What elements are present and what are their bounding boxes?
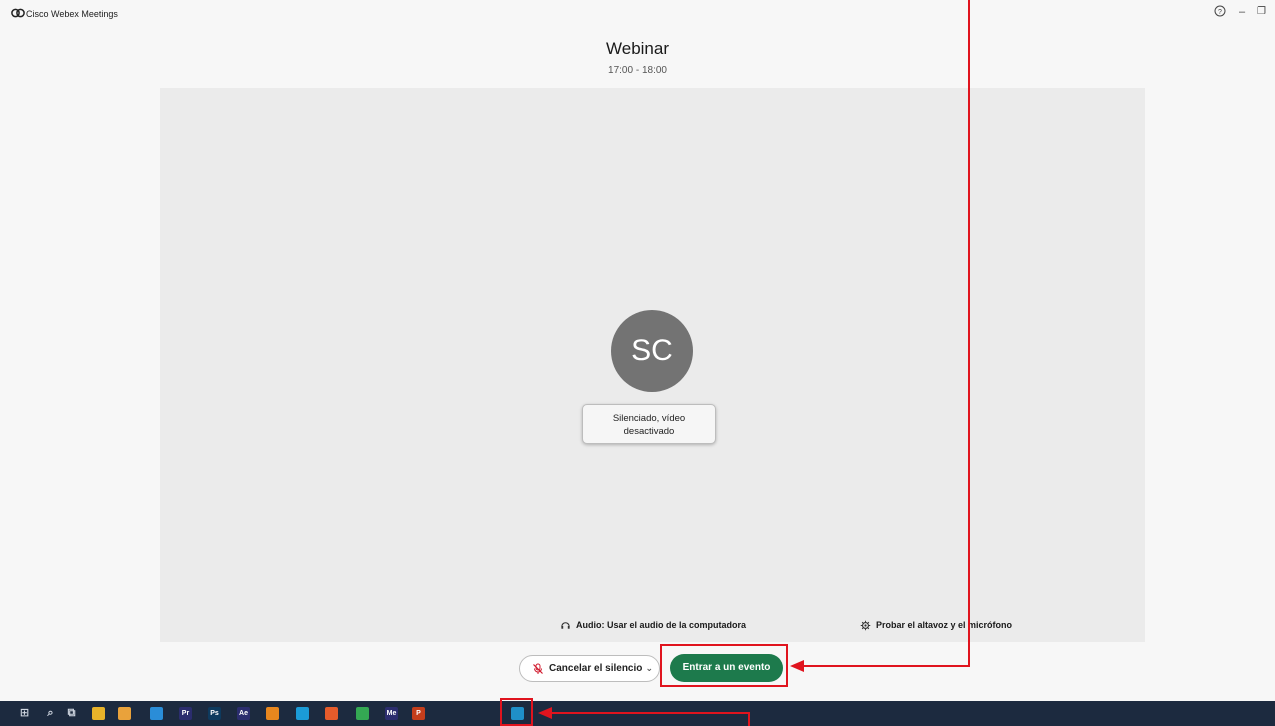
task-view-icon[interactable]: ⧉: [65, 707, 78, 720]
restore-button[interactable]: ❐: [1257, 5, 1266, 19]
annotation-line: [804, 665, 970, 667]
title-bar: Cisco Webex Meetings ? – ❐: [0, 0, 1275, 28]
join-event-button[interactable]: Entrar a un evento: [670, 654, 783, 682]
drive-icon[interactable]: [356, 707, 369, 720]
annotation-line: [552, 712, 750, 714]
edge-icon[interactable]: [296, 707, 309, 720]
video-preview: SC Silenciado, vídeo desactivado Audio: …: [160, 88, 1145, 642]
vlc-icon[interactable]: [266, 707, 279, 720]
annotation-box-taskbar: [500, 698, 533, 726]
file-explorer-icon[interactable]: [92, 707, 105, 720]
status-badge: Silenciado, vídeo desactivado: [582, 404, 716, 444]
powerpoint-icon[interactable]: P: [412, 707, 425, 720]
minimize-button[interactable]: –: [1239, 5, 1245, 19]
avatar: SC: [611, 310, 693, 392]
firefox-icon[interactable]: [325, 707, 338, 720]
meeting-time: 17:00 - 18:00: [608, 65, 667, 76]
audio-option-label: Audio: Usar el audio de la computadora: [576, 620, 747, 630]
meeting-header: Webinar 17:00 - 18:00: [0, 38, 1275, 78]
windows-start-icon[interactable]: ⊞: [18, 707, 31, 720]
gear-icon: [860, 620, 871, 630]
audio-option[interactable]: Audio: Usar el audio de la computadora: [560, 619, 746, 631]
status-line-1: Silenciado, vídeo: [612, 413, 686, 424]
annotation-line: [748, 712, 750, 726]
annotation-line: [968, 0, 970, 666]
muted-microphone-icon: [533, 663, 543, 674]
app-title: Cisco Webex Meetings: [26, 9, 118, 19]
after-effects-icon[interactable]: Ae: [237, 707, 250, 720]
test-speaker-mic-option[interactable]: Probar el altavoz y el micrófono: [860, 619, 1012, 631]
test-option-label: Probar el altavoz y el micrófono: [876, 620, 1013, 630]
status-line-2: desactivado: [623, 426, 675, 437]
annotation-arrowhead: [538, 707, 552, 719]
media-encoder-icon[interactable]: Me: [385, 707, 398, 720]
help-icon[interactable]: ?: [1214, 5, 1226, 21]
app-icon[interactable]: [150, 707, 163, 720]
unmute-label: Cancelar el silencio: [549, 663, 643, 674]
chrome-icon[interactable]: [118, 707, 131, 720]
svg-text:?: ?: [1218, 9, 1222, 16]
search-icon[interactable]: ⌕: [44, 707, 57, 720]
annotation-arrowhead: [790, 660, 804, 672]
webex-logo-icon: [11, 8, 25, 18]
chevron-down-icon[interactable]: ⌄: [645, 663, 653, 674]
headset-icon: [561, 621, 570, 629]
premiere-icon[interactable]: Pr: [179, 707, 192, 720]
unmute-button[interactable]: Cancelar el silencio ⌄: [519, 655, 660, 682]
meeting-title: Webinar: [606, 39, 669, 58]
photoshop-icon[interactable]: Ps: [208, 707, 221, 720]
